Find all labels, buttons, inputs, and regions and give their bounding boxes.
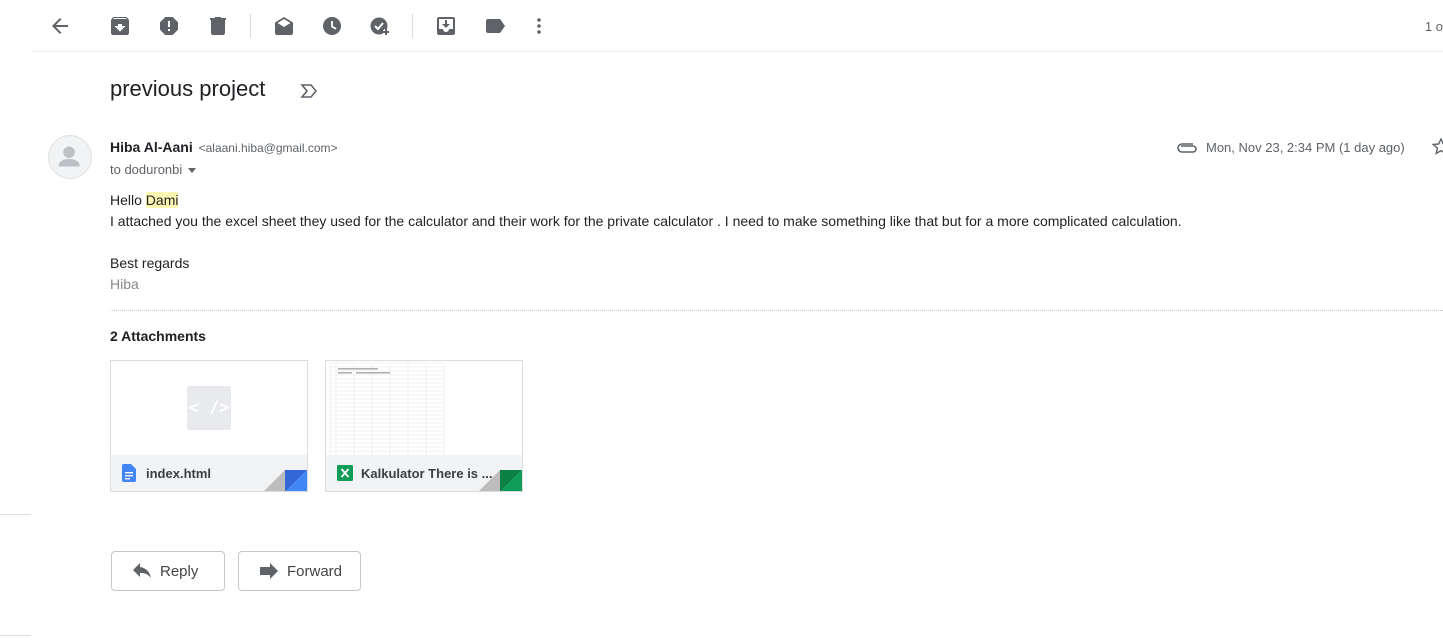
delete-icon[interactable] — [206, 14, 230, 38]
excel-file-icon — [337, 465, 353, 481]
sender-email: <alaani.hiba@gmail.com> — [198, 141, 338, 155]
labels-icon[interactable] — [483, 14, 507, 38]
message-subject: previous project — [110, 76, 266, 101]
code-file-icon: < /> — [187, 386, 231, 430]
reply-arrow-icon — [133, 563, 151, 578]
greeting-line: Hello Dami — [110, 190, 1182, 211]
forward-label: Forward — [287, 563, 343, 580]
google-docs-icon — [122, 464, 136, 482]
attachment-card-html[interactable]: < /> index.html — [110, 360, 308, 492]
greeting-text: Hello — [110, 192, 142, 208]
attachment-clip-icon — [1177, 137, 1199, 155]
toolbar-separator — [412, 14, 413, 38]
attachment-footer: index.html — [111, 455, 307, 491]
more-vert-icon[interactable] — [527, 14, 551, 38]
left-panel-divider — [0, 514, 31, 515]
recipients-text: to doduronbi — [110, 162, 183, 177]
move-to-icon[interactable] — [434, 14, 458, 38]
attachment-footer: Kalkulator There is ... — [326, 455, 522, 491]
attachment-preview: < /> — [111, 361, 307, 455]
forward-arrow-icon — [260, 563, 278, 579]
closing-line: Best regards — [110, 255, 190, 271]
attachment-corner-fold — [479, 470, 522, 491]
recipients-toggle[interactable]: to doduronbi — [110, 162, 197, 177]
attachment-card-excel[interactable]: Kalkulator There is ... — [325, 360, 523, 492]
add-to-tasks-icon[interactable] — [368, 14, 392, 38]
attachment-name: index.html — [146, 466, 212, 481]
sender-line: Hiba Al-Aani <alaani.hiba@gmail.com> — [110, 139, 338, 155]
left-panel-divider — [0, 635, 31, 636]
pagination-text: 1 o — [1424, 19, 1443, 34]
forward-button[interactable]: Forward — [238, 551, 361, 591]
sender-name[interactable]: Hiba Al-Aani — [110, 139, 193, 155]
toolbar-separator — [250, 14, 251, 38]
highlighted-name: Dami — [145, 192, 179, 208]
report-spam-icon[interactable] — [157, 14, 181, 38]
message-date: Mon, Nov 23, 2:34 PM (1 day ago) — [1206, 140, 1405, 155]
sender-avatar — [48, 135, 92, 179]
body-paragraph: I attached you the excel sheet they used… — [110, 213, 1182, 229]
spreadsheet-preview — [326, 361, 522, 455]
attachments-title: 2 Attachments — [110, 328, 206, 344]
back-arrow-icon[interactable] — [48, 14, 72, 38]
attachment-corner-fold — [264, 470, 307, 491]
reply-label: Reply — [160, 563, 199, 580]
message-toolbar: 1 o — [32, 0, 1443, 52]
attachment-name: Kalkulator There is ... — [361, 466, 493, 481]
snooze-icon[interactable] — [320, 14, 344, 38]
reply-button[interactable]: Reply — [111, 551, 225, 591]
importance-marker-icon[interactable] — [299, 81, 319, 101]
signature-line: Hiba — [110, 276, 139, 292]
attachments-divider — [110, 310, 1443, 311]
chevron-down-icon — [188, 168, 197, 174]
mark-unread-icon[interactable] — [272, 14, 296, 38]
spreadsheet-thumbnail — [326, 361, 522, 455]
message-body: Hello Dami I attached you the excel shee… — [110, 190, 1182, 295]
star-icon[interactable] — [1432, 138, 1443, 156]
archive-icon[interactable] — [108, 14, 132, 38]
